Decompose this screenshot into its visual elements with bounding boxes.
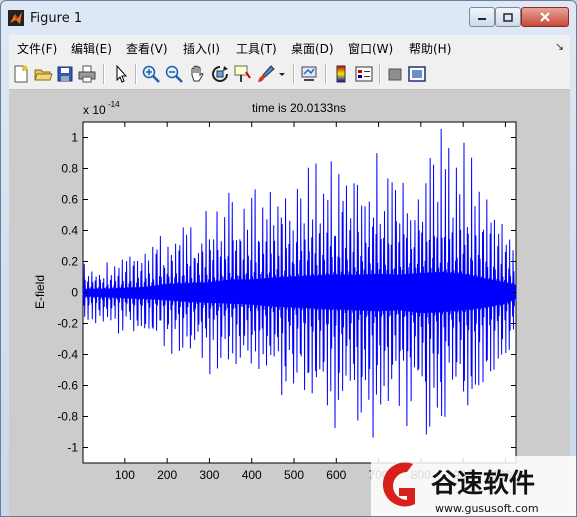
minimize-button[interactable] [469,7,495,27]
maximize-icon [503,12,513,22]
watermark: 谷速软件 www.gususoft.com [371,456,576,516]
plot-area[interactable]: -1 -0.8 -0.6 -0.4 -0.2 0 0.2 0.4 0.6 0.8 1 100 200 3… [9,90,570,516]
x-tick-label: 100 [115,468,135,482]
rotate-3d-icon[interactable] [210,64,230,84]
insert-legend-icon[interactable] [354,64,374,84]
y-tick-label: 0 [71,286,78,300]
y-tick-label: 1 [71,131,78,145]
figure-toolbar [9,59,570,90]
open-file-icon[interactable] [33,64,53,84]
menu-dock-arrow-icon[interactable]: ↘ [555,40,564,53]
maximize-button[interactable] [495,7,521,27]
menu-desktop[interactable]: 桌面(D) [291,40,334,57]
close-button[interactable] [521,7,569,27]
toolbar-separator [379,64,381,84]
window-title: Figure 1 [30,11,83,26]
menu-tools[interactable]: 工具(T) [236,40,277,57]
figure-window: Figure 1 文件(F) 编辑(E) 查看(V) 插入(I) 工具(T) 桌… [0,0,577,517]
y-tick-label: -0.4 [57,348,78,362]
zoom-in-icon[interactable] [141,64,161,84]
y-tick-label: 0.8 [61,162,78,176]
matlab-app-icon [8,10,24,26]
x-tick-label: 200 [157,468,177,482]
insert-colorbar-icon[interactable] [331,64,351,84]
plot-title: time is 20.0133ns [252,101,346,115]
brush-dropdown-icon[interactable] [277,64,287,84]
toolbar-separator [325,64,327,84]
y-tick-label: 0.6 [61,193,78,207]
x-tick-label: 400 [242,468,262,482]
menu-view[interactable]: 查看(V) [126,40,168,57]
y-tick-label: 0.4 [61,224,78,238]
y-axis-label: E-field [33,275,47,309]
y-tick-label: -0.8 [57,410,78,424]
menu-bar: 文件(F) 编辑(E) 查看(V) 插入(I) 工具(T) 桌面(D) 窗口(W… [9,35,570,60]
menu-help[interactable]: 帮助(H) [409,40,451,57]
link-plot-icon[interactable] [299,64,319,84]
edit-plot-pointer-icon[interactable] [111,64,131,84]
toolbar-separator [103,64,105,84]
show-plot-tools-icon[interactable] [407,64,427,84]
exponent-label: x 10 [83,103,106,117]
x-tick-label: 300 [199,468,219,482]
menu-edit[interactable]: 编辑(E) [71,40,112,57]
exponent-power: -14 [108,100,120,109]
new-figure-icon[interactable] [11,64,31,84]
title-bar[interactable]: Figure 1 [1,1,576,33]
hide-plot-tools-icon[interactable] [385,64,405,84]
toolbar-separator [135,64,137,84]
x-tick-label: 500 [284,468,304,482]
menu-window[interactable]: 窗口(W) [348,40,393,57]
print-icon[interactable] [77,64,97,84]
brush-icon[interactable] [256,64,276,84]
menu-insert[interactable]: 插入(I) [183,40,220,57]
watermark-brand: 谷速软件 [431,469,535,499]
pan-icon[interactable] [187,64,207,84]
data-cursor-icon[interactable] [233,64,253,84]
x-tick-label: 600 [326,468,346,482]
y-tick-label: -0.2 [57,317,78,331]
zoom-out-icon[interactable] [164,64,184,84]
y-tick-label: -0.6 [57,379,78,393]
close-icon [540,12,550,22]
figure-canvas: -1 -0.8 -0.6 -0.4 -0.2 0 0.2 0.4 0.6 0.8 1 100 200 3… [9,90,570,516]
minimize-icon [478,18,486,20]
watermark-url: www.gususoft.com [435,502,539,515]
y-tick-label: -1 [67,441,78,455]
menu-file[interactable]: 文件(F) [17,40,57,57]
save-icon[interactable] [55,64,75,84]
toolbar-separator [293,64,295,84]
y-tick-label: 0.2 [61,255,78,269]
